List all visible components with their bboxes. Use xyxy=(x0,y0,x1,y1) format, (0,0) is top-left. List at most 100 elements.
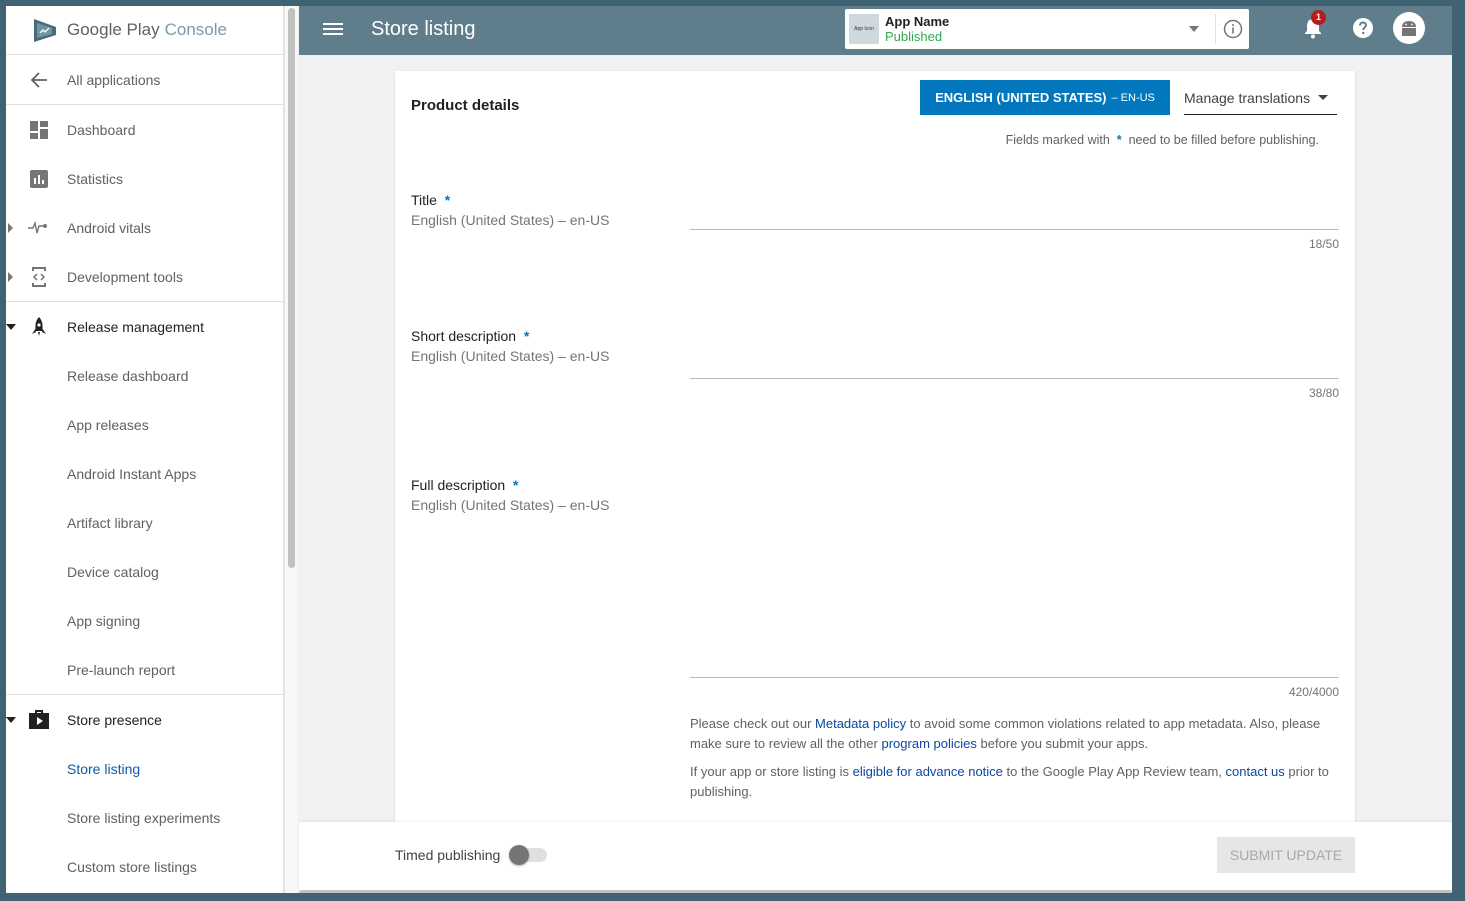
app-window: Google Play Console All applications Das… xyxy=(6,6,1452,893)
notification-badge: 1 xyxy=(1311,10,1326,25)
sidebar-item-store-listing[interactable]: Store listing xyxy=(6,744,283,793)
metadata-policy-text: Please check out our Metadata policy to … xyxy=(690,714,1339,754)
info-icon xyxy=(1223,19,1242,39)
note-text: need to be filled before publishing. xyxy=(1128,133,1319,147)
expand-caret-icon[interactable] xyxy=(8,271,13,282)
short-description-counter: 38/80 xyxy=(1308,386,1339,400)
bar-chart-icon xyxy=(28,168,50,190)
sidebar-item-app-signing[interactable]: App signing xyxy=(6,596,283,645)
sidebar-item-custom-store-listings[interactable]: Custom store listings xyxy=(6,842,283,891)
sidebar-item-statistics[interactable]: Statistics xyxy=(6,154,283,203)
collapse-caret-icon[interactable] xyxy=(6,716,16,723)
title-locale: English (United States) – en-US xyxy=(411,212,610,228)
sidebar-item-dashboard[interactable]: Dashboard xyxy=(6,105,283,154)
sidebar-item-label: Store listing xyxy=(67,760,141,777)
sidebar-item-app-releases[interactable]: App releases xyxy=(6,400,283,449)
app-selector[interactable]: App Icon App Name Published xyxy=(845,9,1249,49)
hamburger-menu-icon[interactable] xyxy=(323,20,343,40)
required-star: * xyxy=(519,328,530,344)
app-icon: App Icon xyxy=(849,14,879,44)
product-details-card: Product details ENGLISH (UNITED STATES) … xyxy=(395,71,1355,831)
rocket-icon xyxy=(28,316,50,338)
label-text: Full description xyxy=(411,477,506,493)
submit-update-button[interactable]: SUBMIT UPDATE xyxy=(1217,837,1355,873)
top-app-bar: Store listing App Icon App Name Publishe… xyxy=(299,6,1452,55)
sidebar-item-label: Device catalog xyxy=(67,563,159,580)
sidebar-item-development-tools[interactable]: Development tools xyxy=(6,252,283,301)
sidebar-item-label: Android Instant Apps xyxy=(67,465,197,482)
account-avatar[interactable] xyxy=(1393,12,1425,44)
sidebar-item-label: Statistics xyxy=(67,170,124,187)
sidebar-item-label: All applications xyxy=(67,71,161,88)
text: before you submit your apps. xyxy=(980,736,1149,751)
logo[interactable]: Google Play Console xyxy=(6,6,283,55)
advance-notice-text: If your app or store listing is eligible… xyxy=(690,762,1339,802)
language-button[interactable]: ENGLISH (UNITED STATES) – EN-US xyxy=(920,80,1170,115)
sidebar-item-label: Dashboard xyxy=(67,121,136,138)
metadata-policy-link[interactable]: Metadata policy xyxy=(815,716,906,731)
sidebar-item-device-catalog[interactable]: Device catalog xyxy=(6,547,283,596)
text: Please check out our xyxy=(690,716,812,731)
sidebar-item-store-listing-experiments[interactable]: Store listing experiments xyxy=(6,793,283,842)
code-icon xyxy=(28,266,50,288)
full-description-textarea[interactable] xyxy=(690,478,1339,678)
collapse-caret-icon[interactable] xyxy=(6,323,16,330)
short-description-label: Short description * xyxy=(411,328,529,344)
sidebar-item-store-presence[interactable]: Store presence xyxy=(6,695,283,744)
text: If your app or store listing is xyxy=(690,764,849,779)
sidebar-scrollbar-thumb[interactable] xyxy=(288,8,295,568)
text: to the Google Play App Review team, xyxy=(1006,764,1222,779)
sidebar-item-label: App releases xyxy=(67,416,149,433)
sidebar-item-label: Development tools xyxy=(67,268,183,285)
toggle-knob[interactable] xyxy=(509,845,529,865)
arrow-left-icon xyxy=(28,69,50,91)
short-description-input[interactable] xyxy=(690,329,1339,379)
language-code: – EN-US xyxy=(1111,91,1155,104)
sidebar-scrollbar[interactable] xyxy=(284,6,298,893)
manage-translations-label: Manage translations xyxy=(1184,89,1311,106)
timed-publishing-label: Timed publishing xyxy=(395,847,501,863)
sidebar-item-android-vitals[interactable]: Android vitals xyxy=(6,203,283,252)
sidebar-item-label: Release dashboard xyxy=(67,367,189,384)
publish-footer: Timed publishing SUBMIT UPDATE xyxy=(299,822,1452,890)
sidebar-item-all-applications[interactable]: All applications xyxy=(6,55,283,104)
chevron-down-icon[interactable] xyxy=(1189,26,1199,32)
title-counter: 18/50 xyxy=(1308,237,1339,251)
short-description-locale: English (United States) – en-US xyxy=(411,348,610,364)
sidebar-item-artifact-library[interactable]: Artifact library xyxy=(6,498,283,547)
full-description-counter: 420/4000 xyxy=(1288,685,1339,699)
title-label: Title * xyxy=(411,192,450,208)
card-title: Product details xyxy=(411,97,520,114)
help-button[interactable] xyxy=(1352,17,1374,44)
manage-translations-dropdown[interactable]: Manage translations xyxy=(1184,81,1337,115)
sidebar-item-label: Artifact library xyxy=(67,514,153,531)
sidebar-item-label: Pre-launch report xyxy=(67,661,176,678)
sidebar-item-release-management[interactable]: Release management xyxy=(6,302,283,351)
play-console-logo-icon xyxy=(34,19,56,42)
full-description-locale: English (United States) – en-US xyxy=(411,497,610,513)
required-star: * xyxy=(440,192,451,208)
required-star: * xyxy=(509,477,519,493)
sidebar-item-release-dashboard[interactable]: Release dashboard xyxy=(6,351,283,400)
horizontal-scrollbar[interactable] xyxy=(299,890,1452,893)
pulse-icon xyxy=(28,217,50,239)
expand-caret-icon[interactable] xyxy=(8,222,13,233)
app-name: App Name xyxy=(885,14,950,29)
sidebar-item-pre-launch-report[interactable]: Pre-launch report xyxy=(6,645,283,694)
sidebar-item-label: Android vitals xyxy=(67,219,152,236)
app-info-button[interactable] xyxy=(1215,14,1249,44)
app-status: Published xyxy=(885,29,943,44)
required-star: * xyxy=(1116,133,1122,147)
help-icon xyxy=(1353,18,1373,38)
advance-notice-link[interactable]: eligible for advance notice xyxy=(853,764,1003,779)
timed-publishing-toggle[interactable] xyxy=(509,845,547,865)
label-text: Short description xyxy=(411,328,517,344)
brand-google-play: Google Play xyxy=(67,20,160,39)
contact-us-link[interactable]: contact us xyxy=(1226,764,1285,779)
sidebar-item-android-instant-apps[interactable]: Android Instant Apps xyxy=(6,449,283,498)
sidebar: Google Play Console All applications Das… xyxy=(6,6,284,893)
program-policies-link[interactable]: program policies xyxy=(882,736,977,751)
label-text: Title xyxy=(411,192,437,208)
title-input[interactable] xyxy=(690,195,1339,230)
sidebar-item-label: Release management xyxy=(67,318,204,335)
